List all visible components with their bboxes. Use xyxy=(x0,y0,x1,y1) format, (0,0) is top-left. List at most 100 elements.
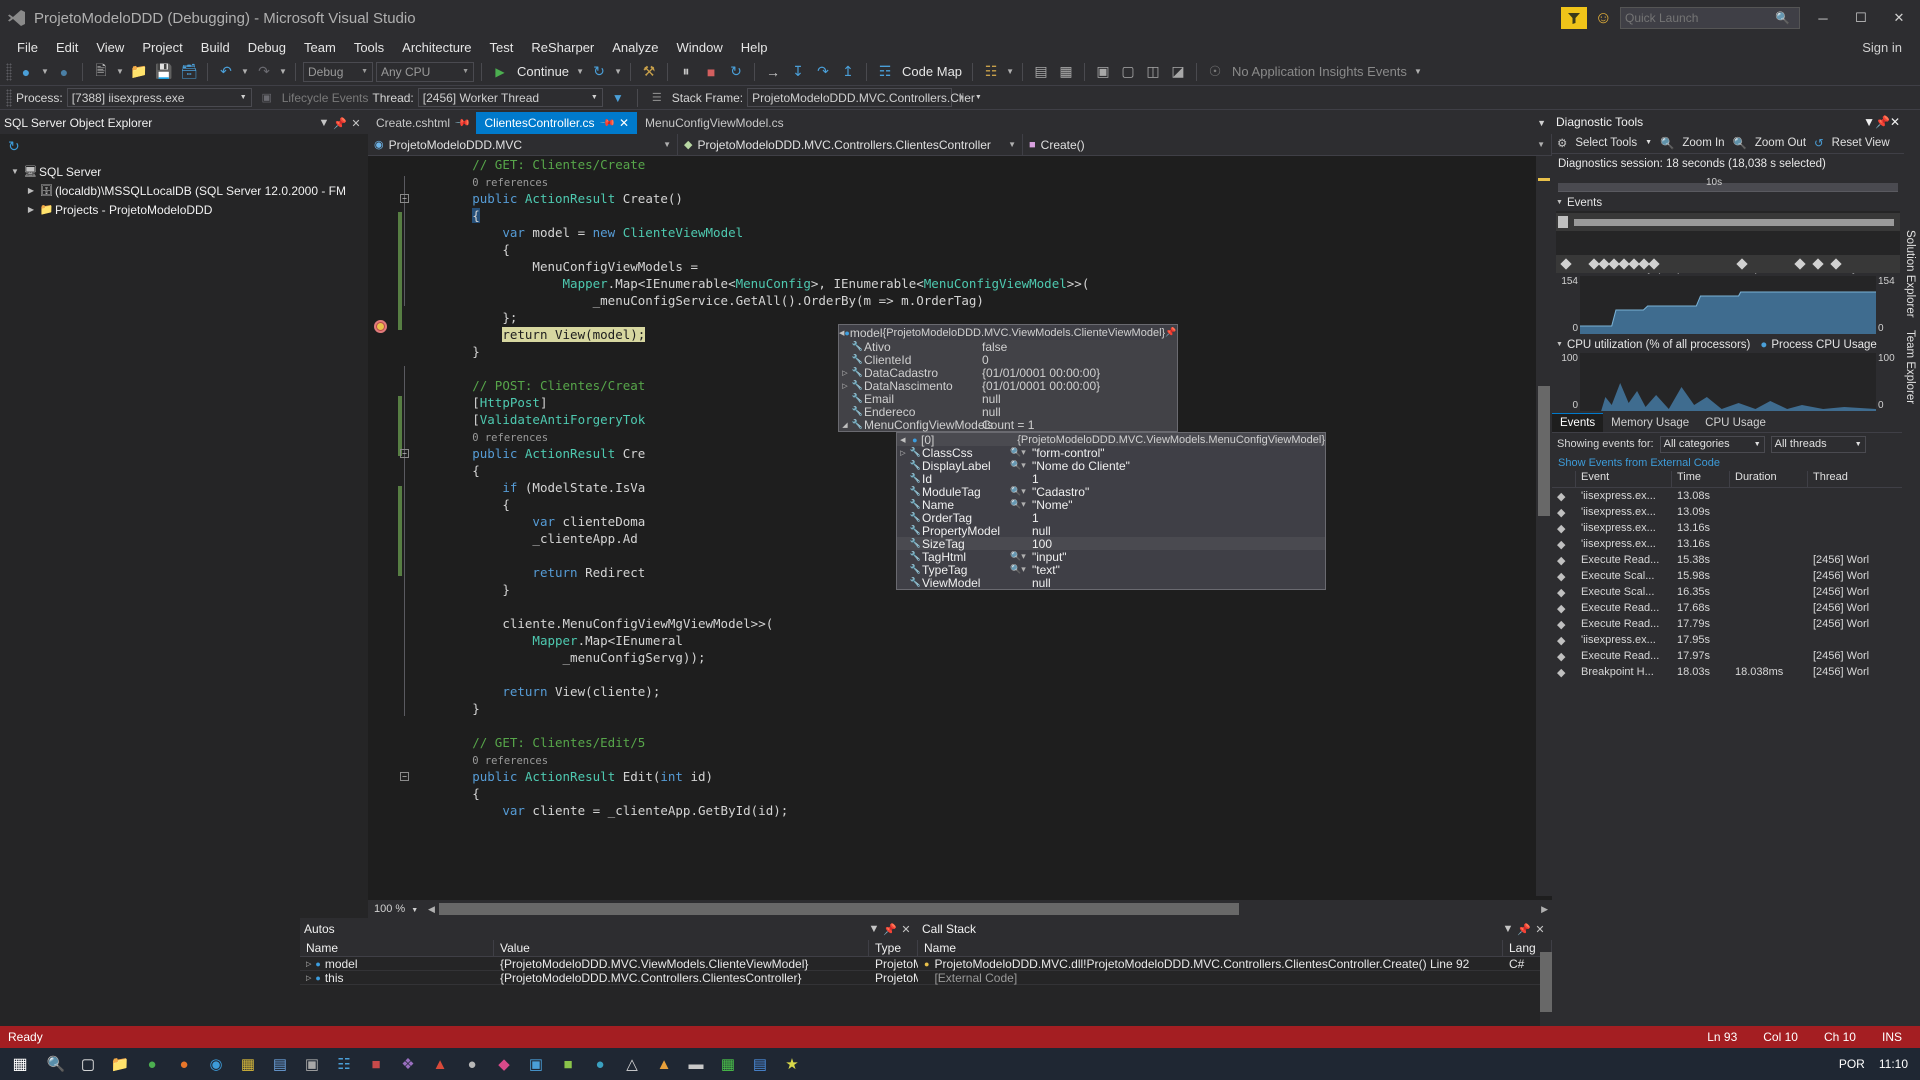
autos-name-cell[interactable]: ▷ ● this xyxy=(300,971,494,985)
menu-item-build[interactable]: Build xyxy=(192,38,239,57)
magnifier-icon[interactable]: 🔍▾ xyxy=(1010,551,1032,562)
code-line-32[interactable]: } xyxy=(412,700,1552,717)
expander-icon[interactable]: ◢ xyxy=(839,421,851,429)
zoom-in-icon[interactable]: 🔍 xyxy=(1660,136,1674,150)
tool1-icon[interactable]: ▤ xyxy=(1030,61,1052,83)
events-graph-body[interactable] xyxy=(1556,211,1900,273)
app3-icon[interactable]: ▤ xyxy=(264,1048,296,1080)
datatip-row-ClienteId[interactable]: 🔧 ClienteId 0 xyxy=(839,353,1177,367)
new-project-caret-icon[interactable]: ▼ xyxy=(115,67,125,76)
select-tools-button[interactable]: Select Tools xyxy=(1575,137,1637,149)
step-over-icon[interactable]: ↷ xyxy=(812,61,834,83)
datatip-row-Email[interactable]: 🔧 Email null xyxy=(839,392,1177,406)
restart-caret-icon[interactable]: ▼ xyxy=(613,67,623,76)
datatip-inner-row-PropertyModel[interactable]: 🔧 PropertyModel null xyxy=(897,524,1325,538)
code-map-icon[interactable]: ☶ xyxy=(874,61,896,83)
redo-caret-icon[interactable]: ▼ xyxy=(278,67,288,76)
callstack-name-cell[interactable]: ● ProjetoModeloDDD.MVC.dll!ProjetoModeloD… xyxy=(918,957,1503,971)
navigate-backward-caret-icon[interactable]: ▼ xyxy=(40,67,50,76)
close-button[interactable]: ✕ xyxy=(1884,3,1914,33)
notification-badge-icon[interactable] xyxy=(1560,7,1587,29)
code-line-7[interactable]: Mapper.Map<IEnumerable<MenuConfig>, IEnu… xyxy=(412,275,1552,292)
app9-icon[interactable]: ◆ xyxy=(488,1048,520,1080)
datatip-inner-row-ClassCss[interactable]: ▷ 🔧 ClassCss 🔍▾ "form-control" xyxy=(897,446,1325,460)
datatip-menuconfig-item[interactable]: ◀ ● [0] {ProjetoModeloDDD.MVC.ViewModels… xyxy=(896,432,1326,590)
app10-icon[interactable]: ▣ xyxy=(520,1048,552,1080)
step-out-icon[interactable]: ↥ xyxy=(837,61,859,83)
open-file-icon[interactable]: 📁 xyxy=(128,61,150,83)
events-graph-header[interactable]: ▼ Events xyxy=(1552,194,1904,211)
solution-platform-combo[interactable]: Any CPU ▼ xyxy=(376,61,474,82)
memory-chart[interactable] xyxy=(1580,276,1876,334)
breakpoint-icon[interactable] xyxy=(374,320,387,333)
attach-process-icon[interactable]: ⚒ xyxy=(638,61,660,83)
menu-item-tools[interactable]: Tools xyxy=(345,38,393,57)
tool4-icon[interactable]: ▢ xyxy=(1117,61,1139,83)
navigate-backward-icon[interactable]: ● xyxy=(15,61,37,83)
event-row[interactable]: ◆ 'iisexpress.ex... 13.09s xyxy=(1552,504,1904,520)
sign-in-link[interactable]: Sign in xyxy=(1854,40,1910,55)
fold-toggle-icon[interactable]: − xyxy=(400,194,409,203)
step-into-icon[interactable]: ↧ xyxy=(787,61,809,83)
gear-icon[interactable]: ⚙ xyxy=(1557,136,1567,150)
tab-overflow-caret-icon[interactable]: ▼ xyxy=(1531,112,1552,134)
code-line-27[interactable]: cliente.MenuConfigViewMgViewModel>>( xyxy=(412,615,1552,632)
property-value[interactable]: false xyxy=(982,340,1007,354)
code-line-30[interactable] xyxy=(412,666,1552,683)
show-next-statement-icon[interactable]: → xyxy=(762,61,784,83)
cpu-chart[interactable] xyxy=(1580,353,1876,411)
event-row[interactable]: ◆ Execute Scal... 16.35s [2456] Worl xyxy=(1552,584,1904,600)
app12-icon[interactable]: ● xyxy=(584,1048,616,1080)
navigate-forward-icon[interactable]: ● xyxy=(53,61,75,83)
code-line-6[interactable]: MenuConfigViewModels = xyxy=(412,258,1552,275)
menu-item-test[interactable]: Test xyxy=(481,38,523,57)
menu-item-team[interactable]: Team xyxy=(295,38,345,57)
code-line-3[interactable]: { xyxy=(412,207,1552,224)
menu-item-file[interactable]: File xyxy=(8,38,47,57)
callstack-name-cell[interactable]: ● [External Code] xyxy=(918,971,1503,985)
cpu-graph-header[interactable]: ▼ CPU utilization (% of all processors) … xyxy=(1552,336,1904,353)
autos-col-value[interactable]: Value xyxy=(494,940,869,956)
property-value[interactable]: "form-control" xyxy=(1032,446,1105,460)
event-row[interactable]: ◆ Execute Read... 17.97s [2456] Worl xyxy=(1552,648,1904,664)
select-tools-caret-icon[interactable]: ▼ xyxy=(1645,139,1652,146)
stackframe-overflow-caret-icon[interactable]: ▼ xyxy=(956,93,966,102)
code-line-36[interactable]: public ActionResult Edit(int id) xyxy=(412,768,1552,785)
code-line-35[interactable]: 0 references xyxy=(412,751,1552,768)
cpu-collapse-icon[interactable]: ▼ xyxy=(1556,341,1563,348)
panel-dropdown-icon[interactable]: ▼ xyxy=(316,117,332,129)
property-value[interactable]: Count = 1 xyxy=(982,418,1034,432)
datatip-inner-row-Name[interactable]: 🔧 Name 🔍▾ "Nome" xyxy=(897,498,1325,512)
pin-icon[interactable]: 📌 xyxy=(454,115,471,132)
restart-debug-icon[interactable]: ↻ xyxy=(725,61,747,83)
fold-toggle-icon[interactable]: − xyxy=(400,772,409,781)
diag-close-icon[interactable]: ✕ xyxy=(1890,115,1900,129)
datatip-pin-icon[interactable]: 📌 xyxy=(1165,327,1179,338)
save-all-icon[interactable]: 🗃 xyxy=(178,61,200,83)
callstack-pin-icon[interactable]: 📌 xyxy=(1516,923,1532,936)
code-line-0[interactable]: // GET: Clientes/Create xyxy=(412,156,1552,173)
app13-icon[interactable]: △ xyxy=(616,1048,648,1080)
autos-col-type[interactable]: Type xyxy=(869,940,918,956)
editor-vscroll-thumb[interactable] xyxy=(1538,386,1550,516)
magnifier-icon[interactable]: 🔍▾ xyxy=(1010,564,1032,575)
event-row[interactable]: ◆ 'iisexpress.ex... 17.95s xyxy=(1552,632,1904,648)
datatip-header[interactable]: ◀ ● model {ProjetoModeloDDD.MVC.ViewMode… xyxy=(839,325,1177,340)
events-col-thread[interactable]: Thread xyxy=(1808,471,1904,487)
property-value[interactable]: null xyxy=(982,405,1001,419)
minimize-button[interactable]: ─ xyxy=(1808,3,1838,33)
callstack-col-name[interactable]: Name xyxy=(918,940,1503,956)
tree-expander-icon[interactable]: ▼ xyxy=(8,167,22,176)
code-line-34[interactable]: // GET: Clientes/Edit/5 xyxy=(412,734,1552,751)
datatip-inner-row-DisplayLabel[interactable]: 🔧 DisplayLabel 🔍▾ "Nome do Cliente" xyxy=(897,459,1325,473)
events-col-time[interactable]: Time xyxy=(1672,471,1730,487)
undo-icon[interactable]: ↶ xyxy=(215,61,237,83)
app11-icon[interactable]: ■ xyxy=(552,1048,584,1080)
events-col-event[interactable]: Event xyxy=(1576,471,1672,487)
app17-icon[interactable]: ▤ xyxy=(744,1048,776,1080)
magnifier-icon[interactable]: 🔍▾ xyxy=(1010,447,1032,458)
expander-icon[interactable]: ▷ xyxy=(306,974,311,982)
firefox-icon[interactable]: ● xyxy=(168,1048,200,1080)
magnifier-icon[interactable]: 🔍▾ xyxy=(1010,486,1032,497)
event-row[interactable]: ◆ Breakpoint H... 18.03s 18.038ms [2456] Wor… xyxy=(1552,664,1904,680)
